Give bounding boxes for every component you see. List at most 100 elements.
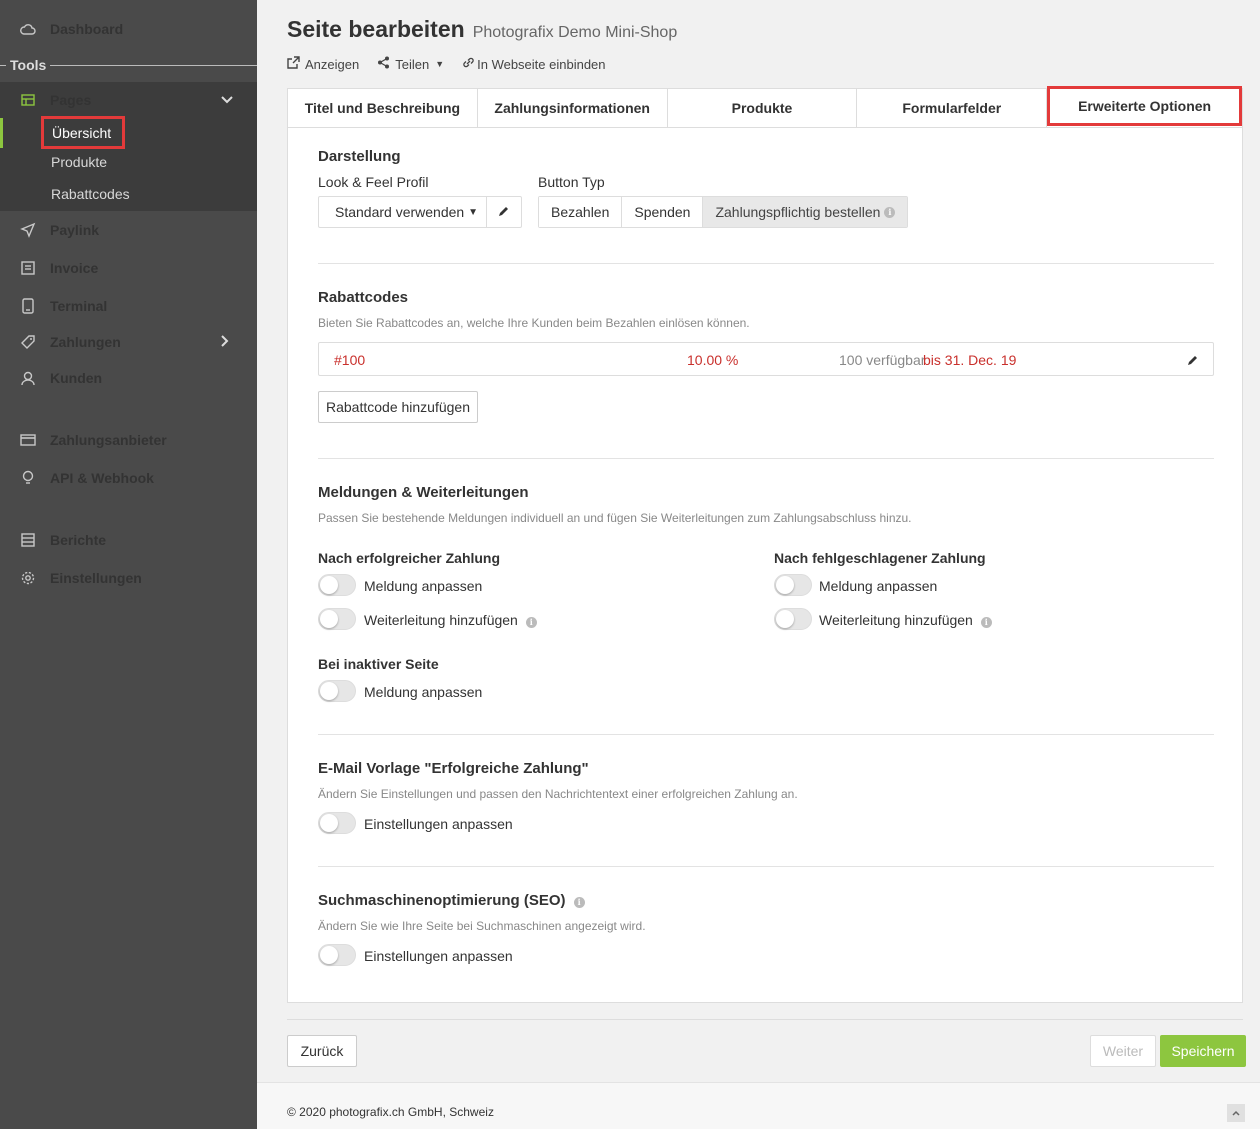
divider <box>318 866 1214 867</box>
page-title: Seite bearbeiten <box>287 16 465 42</box>
scroll-top-button[interactable] <box>1227 1104 1245 1122</box>
seo-title-text: Suchmaschinenoptimierung (SEO) <box>318 892 566 909</box>
edit-profile-button[interactable] <box>487 197 521 227</box>
options-panel: Darstellung Look & Feel Profil Button Ty… <box>287 127 1243 1003</box>
nav-pages[interactable]: Pages <box>0 82 257 118</box>
terminal-icon <box>20 298 36 314</box>
info-icon: i <box>980 616 992 628</box>
toggle-seo-settings[interactable] <box>318 944 356 966</box>
divider <box>318 734 1214 735</box>
nav-invoice-label: Invoice <box>50 260 99 276</box>
meldungen-desc: Passen Sie bestehende Meldungen individu… <box>318 511 912 525</box>
tag-icon <box>20 334 36 350</box>
email-desc: Ändern Sie Einstellungen und passen den … <box>318 787 798 801</box>
nav-pages-label: Pages <box>50 92 92 108</box>
info-icon: i <box>884 206 896 218</box>
success-heading: Nach erfolgreicher Zahlung <box>318 550 501 566</box>
darstellung-title: Darstellung <box>318 148 401 165</box>
info-icon: i <box>573 896 585 908</box>
nav-api-webhook[interactable]: API & Webhook <box>0 460 257 496</box>
sidebar: Dashboard Tools Pages Übersicht Produkte… <box>0 0 257 1129</box>
nav-einstellungen[interactable]: Einstellungen <box>0 560 257 596</box>
teilen-dropdown[interactable]: Teilen ▼ <box>377 56 444 72</box>
toggle-email-settings-label: Einstellungen anpassen <box>364 816 513 832</box>
save-button[interactable]: Speichern <box>1160 1035 1246 1067</box>
toggle-fail-redirect-text: Weiterleitung hinzufügen <box>819 612 973 628</box>
sidebar-item-produkte[interactable]: Produkte <box>51 154 107 170</box>
toggle-email-settings[interactable] <box>318 812 356 834</box>
nav-api-webhook-label: API & Webhook <box>50 470 154 486</box>
credit-card-icon <box>20 432 36 448</box>
nav-zahlungen-label: Zahlungen <box>50 334 121 350</box>
toggle-success-redirect[interactable] <box>318 608 356 630</box>
toggle-seo-settings-label: Einstellungen anpassen <box>364 948 513 964</box>
button-type-spenden[interactable]: Spenden <box>622 197 704 227</box>
rabattcodes-desc: Bieten Sie Rabattcodes an, welche Ihre K… <box>318 316 750 330</box>
anzeigen-link[interactable]: Anzeigen <box>287 56 359 72</box>
nav-dashboard-label: Dashboard <box>50 21 124 37</box>
caret-down-icon: ▼ <box>468 206 478 218</box>
nav-kunden-label: Kunden <box>50 370 103 386</box>
toggle-success-message[interactable] <box>318 574 356 596</box>
chevron-down-icon <box>221 93 233 107</box>
toggle-inactive-message-label: Meldung anpassen <box>364 684 483 700</box>
toggle-fail-message-label: Meldung anpassen <box>819 578 938 594</box>
invoice-icon <box>20 260 36 276</box>
nav-zahlungsanbieter[interactable]: Zahlungsanbieter <box>0 422 257 458</box>
button-type-zahlungspflichtig[interactable]: Zahlungspflichtig bestellen i <box>703 197 908 227</box>
nav-invoice[interactable]: Invoice <box>0 250 257 286</box>
sidebar-item-rabattcodes[interactable]: Rabattcodes <box>51 186 130 202</box>
active-indicator <box>0 118 3 148</box>
look-feel-select[interactable]: Standard verwenden ▼ <box>318 196 522 228</box>
tab-titel[interactable]: Titel und Beschreibung <box>288 89 478 128</box>
einbinden-link[interactable]: In Webseite einbinden <box>462 56 606 72</box>
caret-down-icon: ▼ <box>435 59 445 69</box>
chevron-up-icon <box>1232 1108 1240 1119</box>
toggle-inactive-message[interactable] <box>318 680 356 702</box>
page-header: Seite bearbeiten Photografix Demo Mini-S… <box>287 16 677 43</box>
teilen-label: Teilen <box>395 56 430 72</box>
tab-zahlungsinformationen[interactable]: Zahlungsinformationen <box>477 89 668 128</box>
email-title: E-Mail Vorlage "Erfolgreiche Zahlung" <box>318 760 589 777</box>
toggle-fail-redirect-label: Weiterleitung hinzufügen i <box>819 612 992 628</box>
nav-paylink[interactable]: Paylink <box>0 212 257 248</box>
nav-zahlungen[interactable]: Zahlungen <box>0 324 257 360</box>
page-subtitle: Photografix Demo Mini-Shop <box>472 24 678 41</box>
pencil-icon[interactable] <box>1187 353 1199 369</box>
look-feel-value[interactable]: Standard verwenden ▼ <box>319 197 487 227</box>
paper-plane-icon <box>20 222 36 238</box>
discount-row[interactable]: #100 10.00 % 100 verfügbar bis 31. Dec. … <box>318 342 1214 376</box>
discount-percent: 10.00 % <box>687 352 739 368</box>
button-typ-label: Button Typ <box>538 174 605 190</box>
toggle-fail-message[interactable] <box>774 574 812 596</box>
button-type-bezahlen[interactable]: Bezahlen <box>539 197 623 227</box>
inactive-heading: Bei inaktiver Seite <box>318 656 439 672</box>
toggle-fail-redirect[interactable] <box>774 608 812 630</box>
sidebar-item-ubersicht[interactable]: Übersicht <box>41 116 125 149</box>
discount-until: bis 31. Dec. 19 <box>923 352 1017 368</box>
nav-berichte[interactable]: Berichte <box>0 522 257 558</box>
nav-kunden[interactable]: Kunden <box>0 360 257 396</box>
rabattcodes-title: Rabattcodes <box>318 289 409 306</box>
next-button[interactable]: Weiter <box>1090 1035 1156 1067</box>
add-discount-button[interactable]: Rabattcode hinzufügen <box>318 391 478 423</box>
meldungen-title: Meldungen & Weiterleitungen <box>318 484 529 501</box>
nav-terminal-label: Terminal <box>50 298 108 314</box>
tab-formularfelder[interactable]: Formularfelder <box>857 89 1048 128</box>
footer-bar: © 2020 photografix.ch GmbH, Schweiz <box>257 1082 1260 1129</box>
tab-produkte[interactable]: Produkte <box>667 89 858 128</box>
report-icon <box>20 532 36 548</box>
nav-terminal[interactable]: Terminal <box>0 288 257 324</box>
divider <box>318 458 1214 459</box>
tab-bar: Titel und Beschreibung Zahlungsinformati… <box>287 86 1243 128</box>
einbinden-label: In Webseite einbinden <box>477 56 606 72</box>
seo-title: Suchmaschinenoptimierung (SEO) i <box>318 892 585 909</box>
look-feel-label: Look & Feel Profil <box>318 174 429 190</box>
tab-erweiterte-optionen[interactable]: Erweiterte Optionen <box>1047 86 1242 126</box>
chevron-right-icon <box>221 334 229 350</box>
back-button[interactable]: Zurück <box>287 1035 357 1067</box>
sidebar-item-ubersicht-label: Übersicht <box>52 124 112 141</box>
nav-einstellungen-label: Einstellungen <box>50 570 142 586</box>
nav-dashboard[interactable]: Dashboard <box>0 11 257 47</box>
pages-icon <box>20 92 36 108</box>
